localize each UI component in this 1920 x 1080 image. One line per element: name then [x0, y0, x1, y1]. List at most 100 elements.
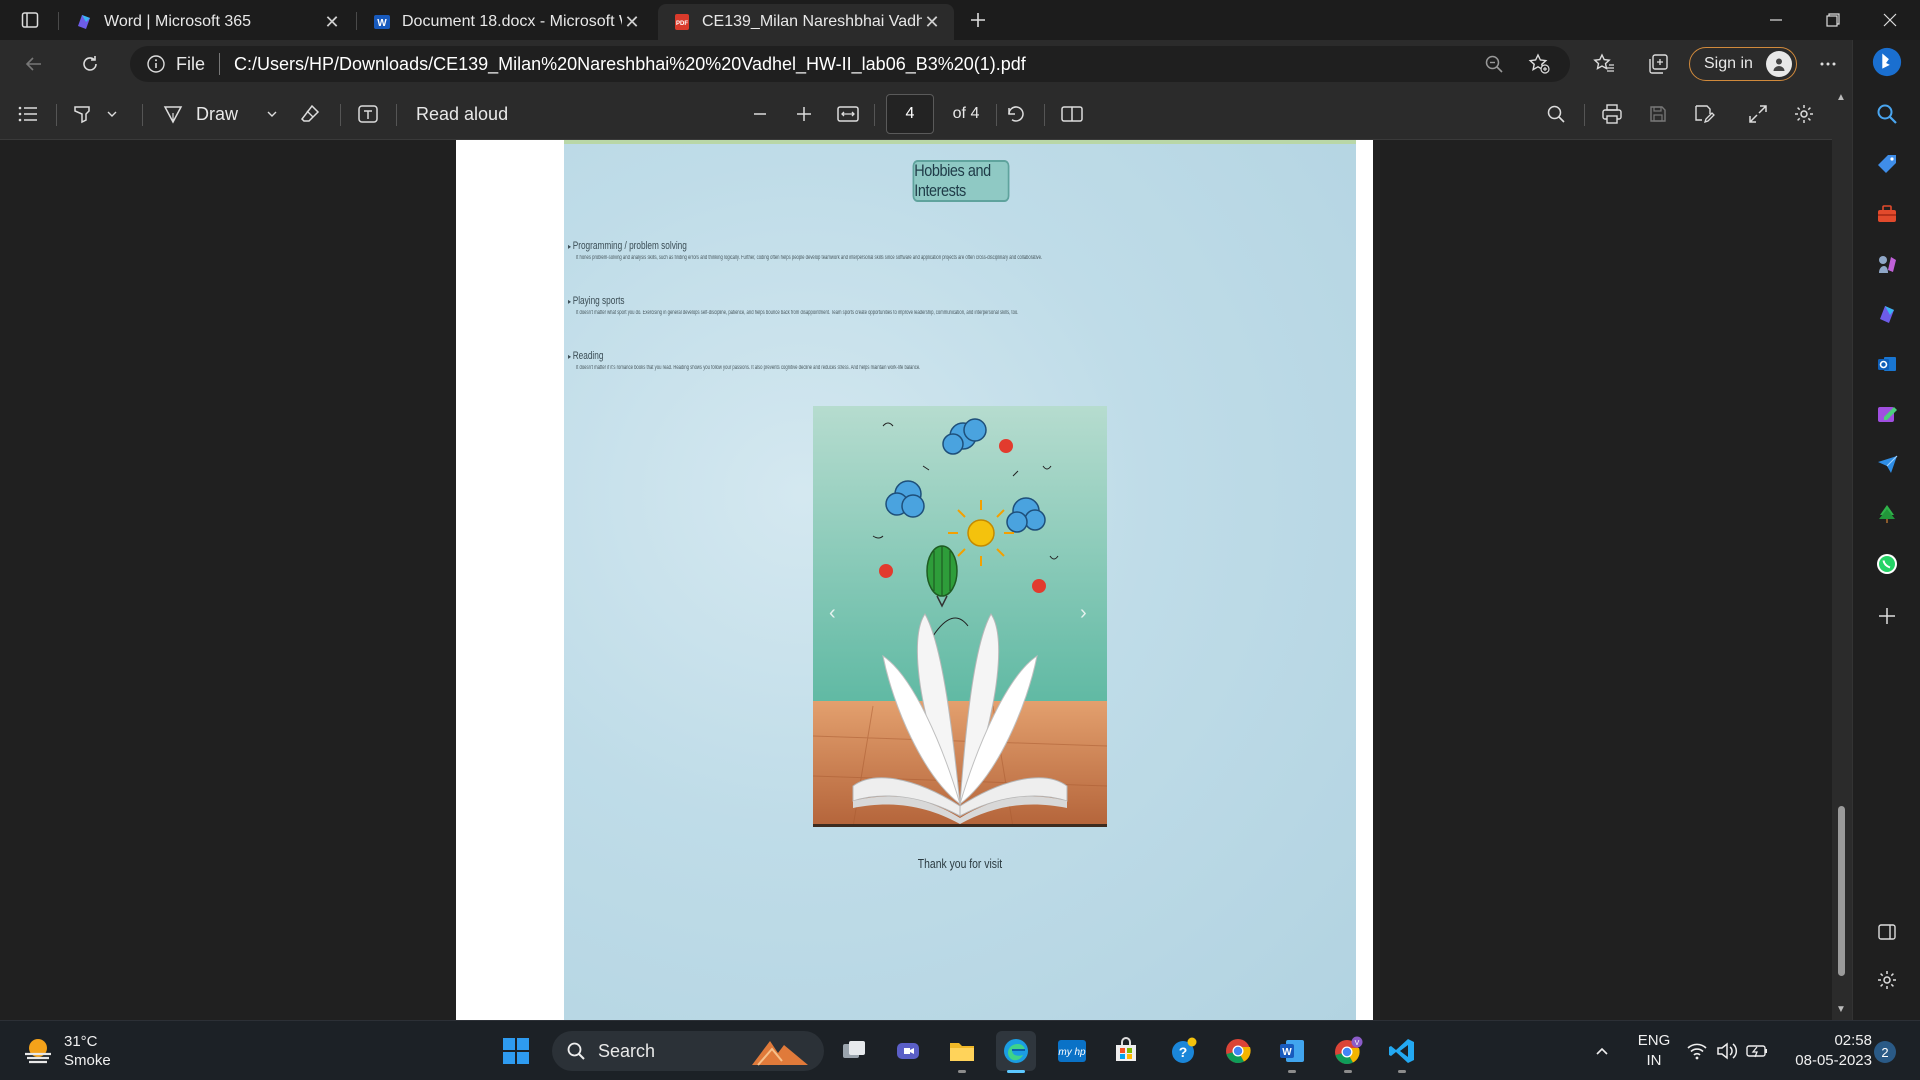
hobbies-heading: Hobbies and Interests [912, 160, 1010, 202]
save-as-button[interactable] [1690, 100, 1718, 128]
scroll-up-arrow[interactable]: ▲ [1836, 92, 1846, 103]
back-button[interactable] [16, 48, 52, 80]
vertical-scrollbar[interactable]: ▲ ▼ [1832, 88, 1852, 1020]
gear-icon [1795, 105, 1813, 123]
toolbar-divider [396, 104, 397, 126]
rotate-button[interactable] [1002, 100, 1030, 128]
taskbar-myhp[interactable]: my hp [1052, 1031, 1092, 1071]
notification-badge[interactable]: 2 [1874, 1041, 1896, 1063]
sidebar-tools-button[interactable] [1871, 198, 1903, 230]
taskbar-edge[interactable] [996, 1031, 1036, 1073]
info-icon[interactable] [146, 54, 166, 74]
taskbar-meet-button[interactable] [888, 1031, 928, 1071]
sidebar-hide-button[interactable] [1871, 916, 1903, 948]
print-button[interactable] [1598, 100, 1626, 128]
sidebar-outlook-button[interactable] [1871, 348, 1903, 380]
table-of-contents-icon [18, 106, 37, 122]
taskbar-file-explorer[interactable] [942, 1031, 982, 1073]
svg-text:my hp: my hp [1058, 1047, 1086, 1058]
settings-and-more-button[interactable] [1810, 48, 1846, 80]
show-hidden-icons-button[interactable] [1588, 1033, 1616, 1069]
pdf-settings-button[interactable] [1790, 100, 1818, 128]
full-screen-button[interactable] [1744, 100, 1772, 128]
weather-widget[interactable]: 31°C Smoke [22, 1031, 111, 1071]
close-window-button[interactable] [1866, 0, 1914, 40]
sidebar-add-button[interactable] [1871, 600, 1903, 632]
zoom-out-button[interactable] [746, 100, 774, 128]
carousel-next-button[interactable]: › [1080, 602, 1087, 625]
draw-options-button[interactable] [264, 100, 280, 128]
start-button[interactable] [496, 1031, 536, 1071]
restore-button[interactable] [1809, 0, 1857, 40]
new-tab-button[interactable] [962, 6, 994, 34]
contents-button[interactable] [14, 100, 42, 128]
close-icon[interactable]: ✕ [322, 12, 342, 32]
address-url[interactable]: C:/Users/HP/Downloads/CE139_Milan%20Nare… [234, 54, 1026, 75]
help-icon: ? [1172, 1037, 1197, 1063]
taskbar-chrome[interactable] [1218, 1031, 1258, 1071]
games-icon [1879, 256, 1896, 273]
add-text-button[interactable] [354, 100, 382, 128]
pdf-viewer[interactable]: Hobbies and Interests Programming / prob… [0, 140, 1832, 1020]
sidebar-whatsapp-button[interactable] [1871, 548, 1903, 580]
taskbar-microsoft-store[interactable] [1106, 1031, 1146, 1071]
highlight-button[interactable] [68, 100, 96, 128]
taskbar-vscode[interactable] [1382, 1031, 1422, 1073]
hobby-title: Programming / problem solving [568, 240, 1138, 252]
volume-status[interactable] [1714, 1033, 1740, 1069]
add-favorite-icon[interactable] [1528, 53, 1550, 75]
word-icon: W [372, 12, 392, 32]
toolbox-icon [1878, 205, 1896, 222]
folder-icon [950, 1043, 974, 1061]
sidebar-designer-button[interactable] [1871, 398, 1903, 430]
sidebar-settings-button[interactable] [1871, 964, 1903, 996]
restore-icon [1826, 13, 1840, 27]
sidebar-search-button[interactable] [1871, 98, 1903, 130]
file-scheme-label: File [176, 53, 206, 74]
erase-button[interactable] [296, 100, 324, 128]
fit-to-width-button[interactable] [834, 100, 862, 128]
minimize-button[interactable] [1752, 0, 1800, 40]
tab-document-18[interactable]: W Document 18.docx - Microsoft W ✕ [358, 4, 654, 40]
edge-sidebar [1852, 40, 1920, 1020]
sidebar-tree-button[interactable] [1871, 498, 1903, 530]
scroll-down-arrow[interactable]: ▼ [1836, 1004, 1846, 1015]
battery-status[interactable] [1744, 1033, 1770, 1069]
sign-in-button[interactable]: Sign in [1689, 47, 1797, 81]
collections-button[interactable] [1640, 48, 1676, 80]
taskbar-search-box[interactable]: Search [552, 1031, 824, 1071]
taskbar-get-help[interactable]: ? [1164, 1031, 1204, 1071]
zoom-out-icon[interactable] [1484, 54, 1504, 74]
tab-pdf-active[interactable]: PDF CE139_Milan Nareshbhai Vadhel_ ✕ [658, 4, 954, 40]
address-bar[interactable]: File C:/Users/HP/Downloads/CE139_Milan%2… [130, 46, 1570, 82]
save-button[interactable] [1644, 100, 1672, 128]
page-view-button[interactable] [1058, 100, 1086, 128]
bing-copilot-button[interactable] [1871, 46, 1903, 78]
draw-button[interactable]: Draw [162, 100, 252, 128]
refresh-button[interactable] [72, 48, 108, 80]
running-indicator [1398, 1070, 1406, 1073]
language-indicator[interactable]: ENG IN [1634, 1031, 1674, 1071]
find-button[interactable] [1542, 100, 1570, 128]
clock[interactable]: 02:58 08-05-2023 [1782, 1031, 1872, 1071]
tab-word-365[interactable]: Word | Microsoft 365 ✕ [60, 4, 354, 40]
wifi-status[interactable] [1684, 1033, 1710, 1069]
zoom-in-button[interactable] [790, 100, 818, 128]
favorites-button[interactable] [1586, 48, 1622, 80]
carousel-prev-button[interactable]: ‹ [829, 602, 836, 625]
page-number-input[interactable]: 4 [886, 94, 934, 134]
plus-icon [797, 107, 811, 121]
close-icon[interactable]: ✕ [922, 12, 942, 32]
tab-actions-button[interactable] [14, 8, 46, 32]
read-aloud-button[interactable]: Read aloud [416, 100, 516, 128]
taskbar-chrome-profile[interactable]: V [1328, 1031, 1368, 1073]
sidebar-copilot-button[interactable] [1871, 298, 1903, 330]
sidebar-shopping-button[interactable] [1871, 148, 1903, 180]
highlight-options-button[interactable] [104, 100, 120, 128]
sidebar-send-button[interactable] [1871, 448, 1903, 480]
scrollbar-thumb[interactable] [1838, 806, 1845, 976]
taskbar-word[interactable]: W [1272, 1031, 1312, 1073]
sidebar-games-button[interactable] [1871, 248, 1903, 280]
task-view-button[interactable] [834, 1031, 874, 1071]
close-icon[interactable]: ✕ [622, 12, 642, 32]
